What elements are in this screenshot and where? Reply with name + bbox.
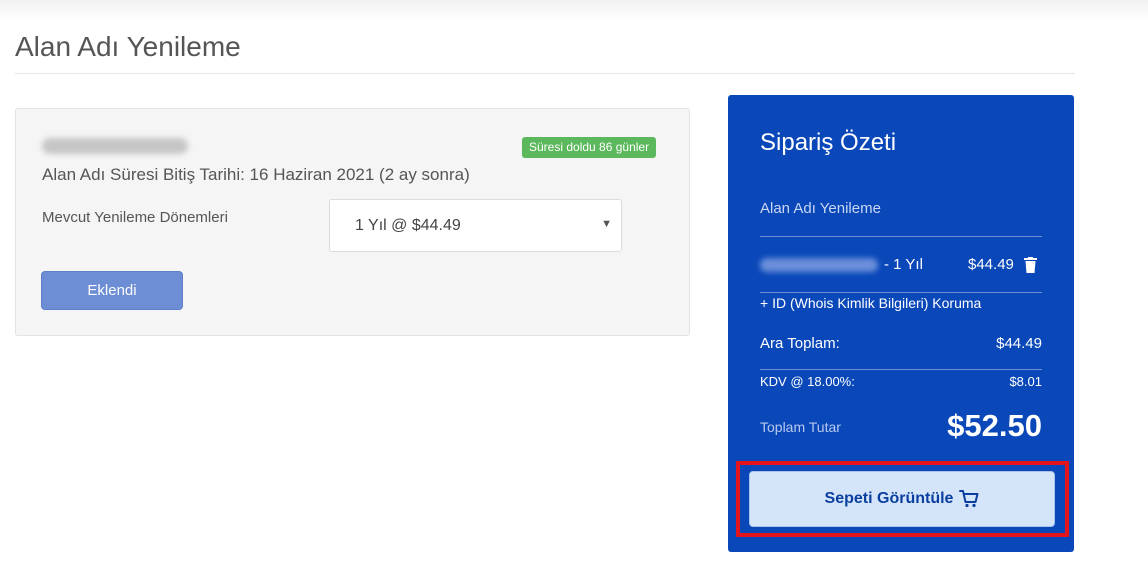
addon-whois-protection: + ID (Whois Kimlik Bilgileri) Koruma: [760, 295, 982, 311]
tax-value: $8.01: [1009, 374, 1042, 389]
tax-label: KDV @ 18.00%:: [760, 374, 855, 389]
view-cart-label: Sepeti Görüntüle: [824, 490, 954, 507]
renewal-period-selected-value: 1 Yıl @ $44.49: [355, 217, 461, 234]
status-badge: Süresi doldu 86 günler: [522, 137, 657, 158]
expiry-date-text: Alan Adı Süresi Bitiş Tarihi: 16 Haziran…: [42, 165, 470, 184]
added-button[interactable]: Eklendi: [41, 271, 183, 310]
summary-divider: [760, 236, 1042, 237]
total-label: Toplam Tutar: [760, 419, 841, 435]
item-period: - 1 Yıl: [884, 256, 923, 273]
cart-icon: [959, 490, 979, 508]
domain-name-redacted: [42, 138, 188, 154]
top-bar-shadow: [0, 0, 1148, 22]
trash-icon[interactable]: [1024, 257, 1037, 273]
page-title: Alan Adı Yenileme: [15, 31, 241, 62]
title-divider: [15, 73, 1075, 74]
summary-divider: [760, 369, 1042, 370]
view-cart-button[interactable]: Sepeti Görüntüle: [749, 471, 1055, 527]
summary-divider: [760, 292, 1042, 293]
total-value: $52.50: [947, 408, 1042, 443]
renewal-period-label: Mevcut Yenileme Dönemleri: [42, 209, 228, 226]
subtotal-label: Ara Toplam:: [760, 335, 840, 352]
item-domain-redacted: [760, 258, 878, 272]
subtotal-value: $44.49: [996, 335, 1042, 352]
caret-down-icon: ▼: [601, 218, 612, 230]
item-price: $44.49: [968, 256, 1014, 273]
domain-renewal-panel: Süresi doldu 86 günler Alan Adı Süresi B…: [15, 108, 690, 336]
order-summary-title: Sipariş Özeti: [760, 129, 897, 156]
summary-section-title: Alan Adı Yenileme: [760, 200, 881, 217]
renewal-period-select[interactable]: 1 Yıl @ $44.49 ▼: [329, 199, 622, 252]
